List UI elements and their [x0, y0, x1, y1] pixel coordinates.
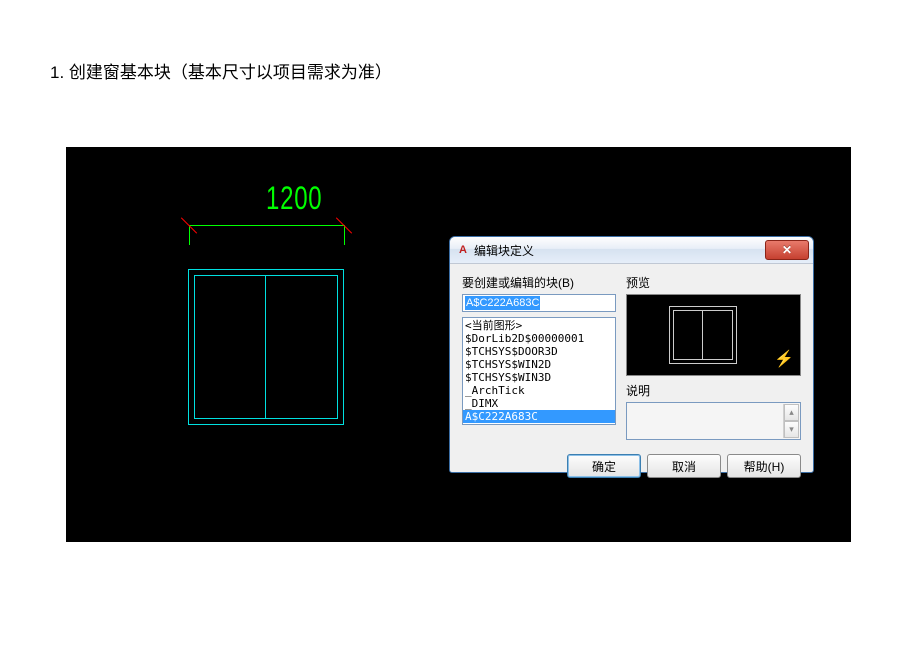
preview-window-inner	[673, 310, 733, 360]
block-listbox[interactable]: <当前图形>$DorLib2D$00000001$TCHSYS$DOOR3D$T…	[462, 317, 616, 425]
window-block-divider	[265, 275, 266, 419]
preview-label: 预览	[626, 274, 801, 291]
dialog-title: 编辑块定义	[474, 242, 765, 259]
list-item[interactable]: _ArchTick	[465, 384, 613, 397]
scrollbar[interactable]: ▴ ▾	[783, 404, 799, 438]
scroll-down-icon[interactable]: ▾	[784, 421, 799, 438]
list-item[interactable]: $TCHSYS$WIN2D	[465, 358, 613, 371]
edit-block-dialog: A 编辑块定义 ✕ 要创建或编辑的块(B) A$C222A683C <当前图形>…	[449, 236, 814, 473]
list-item[interactable]: $TCHSYS$WIN3D	[465, 371, 613, 384]
preview-box: ⚡	[626, 294, 801, 376]
description-label: 说明	[626, 382, 801, 399]
cancel-button[interactable]: 取消	[647, 454, 721, 478]
page-title: 1. 创建窗基本块（基本尺寸以项目需求为准）	[0, 0, 920, 83]
block-select-label: 要创建或编辑的块(B)	[462, 274, 616, 291]
dialog-titlebar[interactable]: A 编辑块定义 ✕	[450, 237, 813, 264]
block-name-input[interactable]: A$C222A683C	[462, 294, 616, 312]
help-button[interactable]: 帮助(H)	[727, 454, 801, 478]
cad-canvas[interactable]: 1200 A 编辑块定义 ✕ 要创建或编辑的块(B) A$C222A683C <…	[66, 147, 851, 542]
list-item[interactable]: <当前图形>	[465, 319, 613, 332]
list-item[interactable]: $TCHSYS$DOOR3D	[465, 345, 613, 358]
scroll-up-icon[interactable]: ▴	[784, 404, 799, 421]
ok-button[interactable]: 确定	[567, 454, 641, 478]
list-item[interactable]: $DorLib2D$00000001	[465, 332, 613, 345]
dimension-line	[189, 225, 344, 226]
block-name-value: A$C222A683C	[465, 296, 540, 310]
preview-window-divider	[702, 310, 703, 360]
list-item[interactable]: _DIMX	[465, 397, 613, 410]
close-icon: ✕	[782, 243, 792, 257]
description-textarea[interactable]: ▴ ▾	[626, 402, 801, 440]
dimension-text: 1200	[266, 180, 322, 217]
list-item[interactable]: A$C222A683C	[463, 410, 615, 423]
close-button[interactable]: ✕	[765, 240, 809, 260]
app-icon: A	[456, 243, 470, 257]
bolt-icon: ⚡	[774, 349, 794, 369]
window-block-inner	[194, 275, 338, 419]
